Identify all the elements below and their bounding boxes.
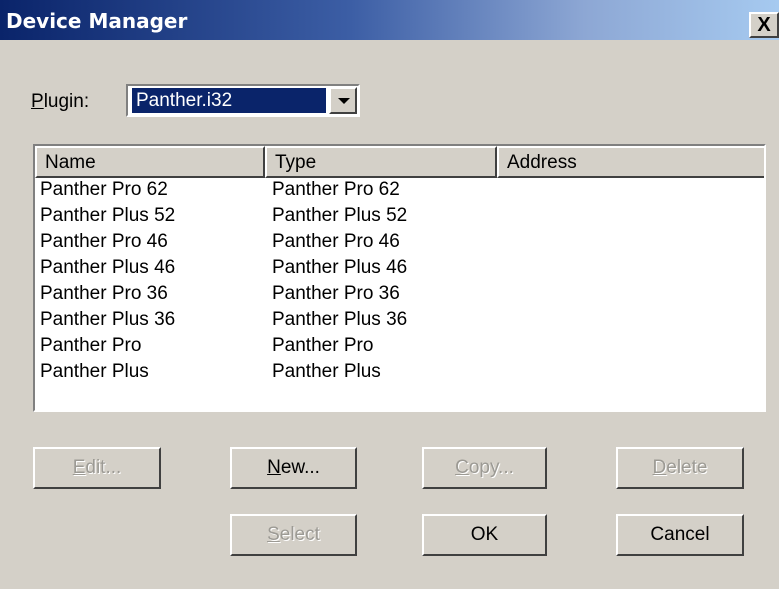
close-button[interactable]: X: [749, 12, 779, 38]
device-type: Panther Plus 46: [272, 257, 408, 278]
list-item[interactable]: Panther Plus Panther Plus: [35, 361, 764, 387]
list-item[interactable]: Panther Pro 62 Panther Pro 62: [35, 179, 764, 205]
title-bar[interactable]: Device Manager X: [0, 0, 779, 40]
device-name: Panther Pro: [40, 335, 142, 356]
device-type: Panther Plus 36: [272, 309, 408, 330]
device-name: Panther Plus 36: [40, 309, 176, 330]
ok-button[interactable]: OK: [422, 514, 547, 556]
list-rows: Panther Pro 62 Panther Pro 62 Panther Pl…: [35, 179, 764, 387]
list-header: Name Type Address: [35, 146, 764, 178]
plugin-selected-value: Panther.i32: [131, 87, 327, 114]
select-button[interactable]: Select: [230, 514, 357, 556]
delete-button[interactable]: Delete: [616, 447, 744, 489]
chevron-down-icon[interactable]: [329, 87, 357, 114]
list-item[interactable]: Panther Plus 52 Panther Plus 52: [35, 205, 764, 231]
device-name: Panther Plus 52: [40, 205, 176, 226]
plugin-dropdown[interactable]: Panther.i32: [126, 84, 360, 117]
copy-button[interactable]: Copy...: [422, 447, 547, 489]
column-header-type[interactable]: Type: [265, 146, 497, 178]
list-item[interactable]: Panther Pro Panther Pro: [35, 335, 764, 361]
window-title: Device Manager: [6, 9, 188, 33]
device-name: Panther Pro 62: [40, 179, 168, 200]
device-list[interactable]: Name Type Address Panther Pro 62 Panther…: [33, 144, 766, 412]
list-item[interactable]: Panther Pro 36 Panther Pro 36: [35, 283, 764, 309]
cancel-button[interactable]: Cancel: [616, 514, 744, 556]
new-button[interactable]: New...: [230, 447, 357, 489]
list-item[interactable]: Panther Pro 46 Panther Pro 46: [35, 231, 764, 257]
device-type: Panther Pro: [272, 335, 374, 356]
edit-button[interactable]: Edit...: [33, 447, 161, 489]
device-type: Panther Pro 46: [272, 231, 400, 252]
close-icon: X: [757, 14, 771, 36]
device-type: Panther Plus: [272, 361, 381, 382]
device-name: Panther Pro 36: [40, 283, 168, 304]
device-name: Panther Plus 46: [40, 257, 176, 278]
device-name: Panther Plus: [40, 361, 149, 382]
device-type: Panther Pro 36: [272, 283, 400, 304]
list-item[interactable]: Panther Plus 46 Panther Plus 46: [35, 257, 764, 283]
list-item[interactable]: Panther Plus 36 Panther Plus 36: [35, 309, 764, 335]
column-header-address[interactable]: Address: [497, 146, 764, 178]
device-name: Panther Pro 46: [40, 231, 168, 252]
plugin-label: Plugin:: [31, 91, 90, 112]
column-header-name[interactable]: Name: [35, 146, 265, 178]
device-type: Panther Plus 52: [272, 205, 408, 226]
device-type: Panther Pro 62: [272, 179, 400, 200]
